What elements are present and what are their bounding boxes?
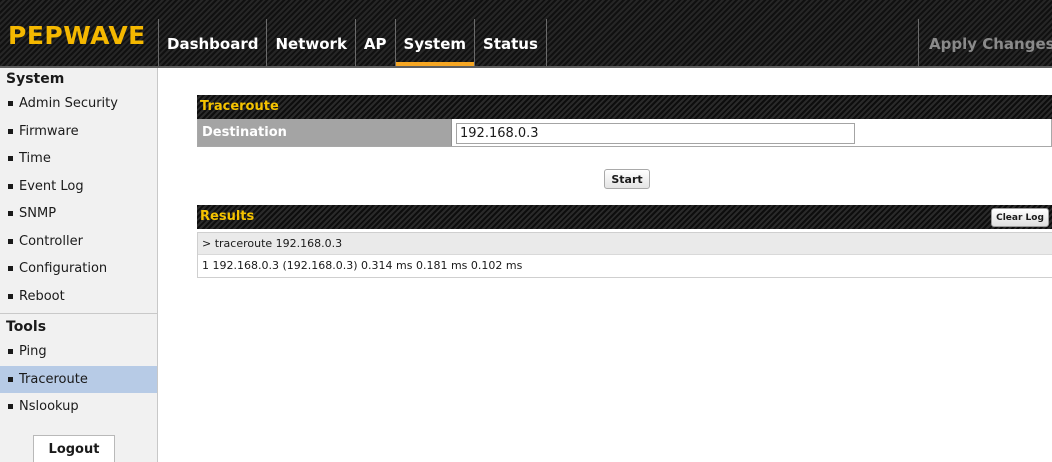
sidebar: System Admin Security Firmware Time Even…	[0, 68, 158, 462]
sidebar-item-label: Nslookup	[19, 399, 79, 415]
sidebar-item-firmware[interactable]: Firmware	[0, 118, 157, 146]
destination-label: Destination	[198, 119, 452, 146]
sidebar-item-event-log[interactable]: Event Log	[0, 173, 157, 201]
sidebar-item-configuration[interactable]: Configuration	[0, 255, 157, 283]
sidebar-item-label: Traceroute	[19, 371, 88, 387]
tab-status[interactable]: Status	[474, 19, 547, 68]
top-header: PEPWAVE Dashboard Network AP System Stat…	[0, 0, 1052, 68]
tab-ap[interactable]: AP	[354, 19, 395, 68]
sidebar-item-label: Admin Security	[19, 96, 118, 112]
pepwave-logo[interactable]: PEPWAVE	[8, 21, 146, 51]
tab-system[interactable]: System	[394, 19, 475, 68]
tab-network[interactable]: Network	[266, 19, 354, 68]
sidebar-item-label: Configuration	[19, 261, 108, 277]
bullet-icon	[8, 349, 13, 355]
sidebar-item-label: Firmware	[19, 123, 79, 139]
sidebar-item-label: Reboot	[19, 288, 65, 304]
bullet-icon	[8, 404, 13, 410]
sidebar-item-controller[interactable]: Controller	[0, 228, 157, 256]
bullet-icon	[8, 211, 13, 217]
bullet-icon	[8, 128, 13, 134]
sidebar-item-traceroute[interactable]: Traceroute	[0, 365, 157, 393]
sidebar-item-ping[interactable]: Ping	[0, 338, 157, 366]
sidebar-item-snmp[interactable]: SNMP	[0, 200, 157, 228]
sidebar-item-label: SNMP	[19, 206, 57, 222]
sidebar-divider	[0, 313, 157, 314]
destination-row: Destination	[197, 119, 1052, 147]
sidebar-item-label: Time	[19, 151, 51, 167]
bullet-icon	[8, 101, 13, 107]
start-button[interactable]: Start	[604, 169, 650, 189]
clear-log-button[interactable]: Clear Log	[991, 208, 1049, 227]
destination-input[interactable]	[456, 123, 855, 144]
sidebar-item-time[interactable]: Time	[0, 145, 157, 173]
sidebar-item-label: Ping	[19, 344, 47, 360]
sidebar-item-label: Event Log	[19, 178, 84, 194]
bullet-icon	[8, 293, 13, 299]
bullet-icon	[8, 183, 13, 189]
sidebar-heading-system: System	[6, 71, 65, 87]
logout-button[interactable]: Logout	[33, 435, 115, 462]
main-nav: Dashboard Network AP System Status	[158, 19, 547, 68]
sidebar-heading-tools: Tools	[6, 319, 47, 335]
sidebar-item-nslookup[interactable]: Nslookup	[0, 393, 157, 421]
results-panel-title: Results	[197, 205, 1052, 229]
log-line: > traceroute 192.168.0.3	[198, 233, 1052, 255]
traceroute-panel-title: Traceroute	[197, 95, 1052, 119]
bullet-icon	[8, 376, 13, 382]
sidebar-item-reboot[interactable]: Reboot	[0, 283, 157, 311]
bullet-icon	[8, 266, 13, 272]
logout-area: Logout	[33, 435, 115, 462]
bullet-icon	[8, 156, 13, 162]
bullet-icon	[8, 238, 13, 244]
sidebar-item-admin-security[interactable]: Admin Security	[0, 90, 157, 118]
log-line: 1 192.168.0.3 (192.168.0.3) 0.314 ms 0.1…	[202, 259, 523, 272]
apply-changes-button[interactable]: Apply Changes	[918, 19, 1052, 68]
sidebar-item-label: Controller	[19, 233, 83, 249]
tab-dashboard[interactable]: Dashboard	[158, 19, 266, 68]
results-log: > traceroute 192.168.0.3 1 192.168.0.3 (…	[197, 232, 1052, 278]
destination-cell	[452, 119, 1051, 146]
